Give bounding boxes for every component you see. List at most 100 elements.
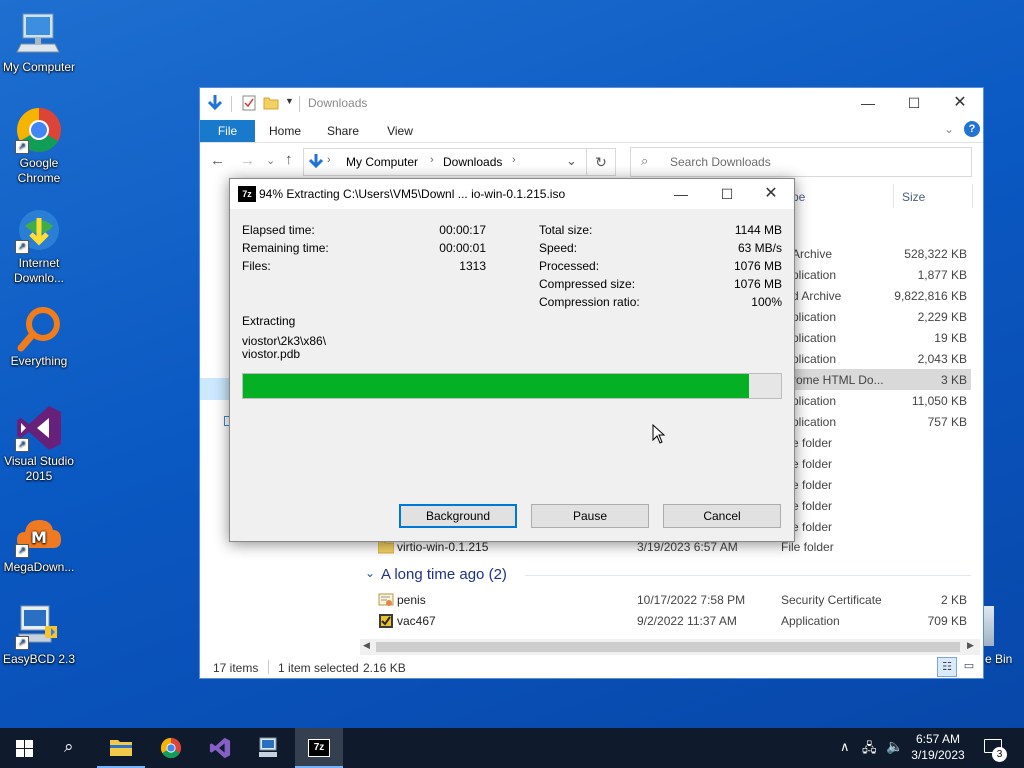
desktop-icon-recycle-bin[interactable]: e Bin [982,606,1024,672]
table-row[interactable]: Archive 528,322 KB [792,243,971,264]
desktop-icon-label: Everything [10,354,68,368]
processed-value: 1076 MB [733,259,782,273]
breadcrumb-my-computer[interactable]: My Computer [346,155,418,169]
volume-icon[interactable]: 🔈 [886,738,903,755]
taskbar-chrome[interactable] [147,728,195,768]
show-hidden-icons-chevron-icon[interactable]: ∧ [840,739,850,755]
maximize-button[interactable]: ☐ [891,88,937,118]
table-row[interactable]: e folder [792,495,971,516]
close-button[interactable]: ✕ [937,88,983,118]
start-button[interactable] [0,728,48,768]
file-explorer-icon [110,740,132,756]
dialog-maximize-button[interactable]: ☐ [704,179,750,209]
taskbar-easybcd[interactable] [245,728,293,768]
file-size: 757 KB [927,415,967,429]
expand-ribbon-chevron-icon[interactable]: ⌄ [944,122,954,136]
taskbar-visual-studio[interactable] [196,728,244,768]
file-type: plication [792,310,837,324]
refresh-button[interactable]: ↻ [586,148,616,176]
pause-button[interactable]: Pause [531,504,649,528]
address-history-chevron-icon[interactable]: ⌄ [566,153,577,169]
clock[interactable]: 6:57 AM 3/19/2023 [906,731,970,763]
minimize-button[interactable]: — [845,88,891,118]
table-row-penis[interactable]: penis 10/17/2022 7:58 PM Security Certif… [365,590,971,610]
forward-arrow-icon[interactable]: → [240,152,255,169]
desktop-icon-easybcd[interactable]: ↗ EasyBCD 2.3 [1,602,77,667]
dialog-close-button[interactable]: ✕ [748,179,794,209]
scrollbar-thumb[interactable] [376,642,960,652]
horizontal-scrollbar[interactable]: ◀ ▶ [360,639,980,655]
table-row[interactable]: e folder [792,516,971,537]
chrome-icon: ↗ [15,106,63,154]
file-size: 11,050 KB [911,394,967,408]
taskbar-7zip[interactable]: 7z [295,728,343,768]
properties-checkmark-icon[interactable] [242,95,256,111]
file-type: plication [792,415,837,429]
file-type: Archive [792,247,833,261]
desktop-icon-megadownloader[interactable]: M ↗ MegaDown... [1,510,77,575]
back-arrow-icon[interactable]: ← [210,152,225,169]
up-arrow-icon[interactable]: ↑ [285,151,293,168]
recent-locations-chevron-icon[interactable]: ⌄ [266,154,275,167]
clock-time: 6:57 AM [915,732,961,746]
column-header-size[interactable]: Size [902,190,925,204]
tab-share[interactable]: Share [318,120,368,142]
file-size: 19 KB [934,331,967,345]
table-row[interactable]: plication 19 KB [792,327,971,348]
help-icon[interactable]: ? [964,121,980,137]
desktop-icon-label: Internet Downlo... [13,256,65,285]
idm-globe-icon: ↗ [15,206,63,254]
quick-access-down-arrow-icon[interactable] [207,94,223,112]
tab-home[interactable]: Home [260,120,310,142]
table-row[interactable]: rome HTML Do... 3 KB [792,369,971,390]
details-view-icon[interactable]: ☷ [937,657,957,677]
column-divider [972,184,973,208]
remaining-time-label: Remaining time: [242,241,329,255]
table-row[interactable]: plication 1,877 KB [792,264,971,285]
total-size-value: 1144 MB [734,223,782,237]
7zip-extract-dialog: 7z 94% Extracting C:\Users\VM5\Downl ...… [229,178,795,542]
easybcd-icon [259,737,277,757]
address-bar[interactable]: › My Computer › Downloads › ⌄ [303,148,587,176]
network-icon[interactable]: 🖧 [862,739,877,761]
search-box[interactable]: ⌕ Search Downloads [630,147,972,177]
background-button[interactable]: Background [399,504,517,528]
visual-studio-icon: ↗ [15,404,63,452]
table-row[interactable]: plication 757 KB [792,411,971,432]
table-row[interactable]: plication 11,050 KB [792,390,971,411]
desktop-icon-internet-download-manager[interactable]: ↗ Internet Downlo... [1,206,77,286]
desktop-icon-everything[interactable]: Everything [1,304,77,369]
desktop-icon-visual-studio-2015[interactable]: ↗ Visual Studio 2015 [1,404,77,484]
tab-file[interactable]: File [200,120,255,142]
desktop-icon-google-chrome[interactable]: ↗ Google Chrome [1,106,77,186]
file-size: 3 KB [940,373,967,387]
table-row[interactable]: d Archive 9,822,816 KB [792,285,971,306]
nav-pane-selected-item[interactable] [200,378,230,400]
table-row[interactable]: plication 2,229 KB [792,306,971,327]
cancel-button[interactable]: Cancel [663,504,781,528]
table-row[interactable]: plication 2,043 KB [792,348,971,369]
current-path-line1: viostor\2k3\x86\ [242,334,327,348]
customize-quick-access-dropdown[interactable]: ▼ [285,96,294,106]
large-icons-view-icon[interactable]: ▭ [961,658,977,674]
breadcrumb-separator: › [327,154,331,166]
table-row[interactable]: e folder [792,432,971,453]
table-row-vac467[interactable]: vac467 9/2/2022 11:37 AM Application 709… [365,611,971,631]
progress-fill [243,374,749,398]
shortcut-arrow-icon: ↗ [15,240,29,254]
new-folder-icon[interactable] [263,95,279,111]
breadcrumb-downloads[interactable]: Downloads [443,155,502,169]
scroll-left-arrow-icon[interactable]: ◀ [363,640,370,651]
action-center-button[interactable]: 3 [978,728,1024,768]
dialog-minimize-button[interactable]: — [658,179,704,209]
search-button[interactable]: ⌕ [48,728,96,768]
tab-view[interactable]: View [375,120,425,142]
group-header-long-time-ago[interactable]: ⌄ A long time ago (2) [365,564,971,586]
table-row[interactable]: e folder [792,474,971,495]
scroll-right-arrow-icon[interactable]: ▶ [967,640,974,651]
group-collapse-chevron-icon: ⌄ [365,566,376,580]
file-size: 2 KB [940,593,967,607]
taskbar-file-explorer[interactable] [97,728,145,768]
desktop-icon-my-computer[interactable]: My Computer [1,10,77,75]
table-row[interactable]: e folder [792,453,971,474]
